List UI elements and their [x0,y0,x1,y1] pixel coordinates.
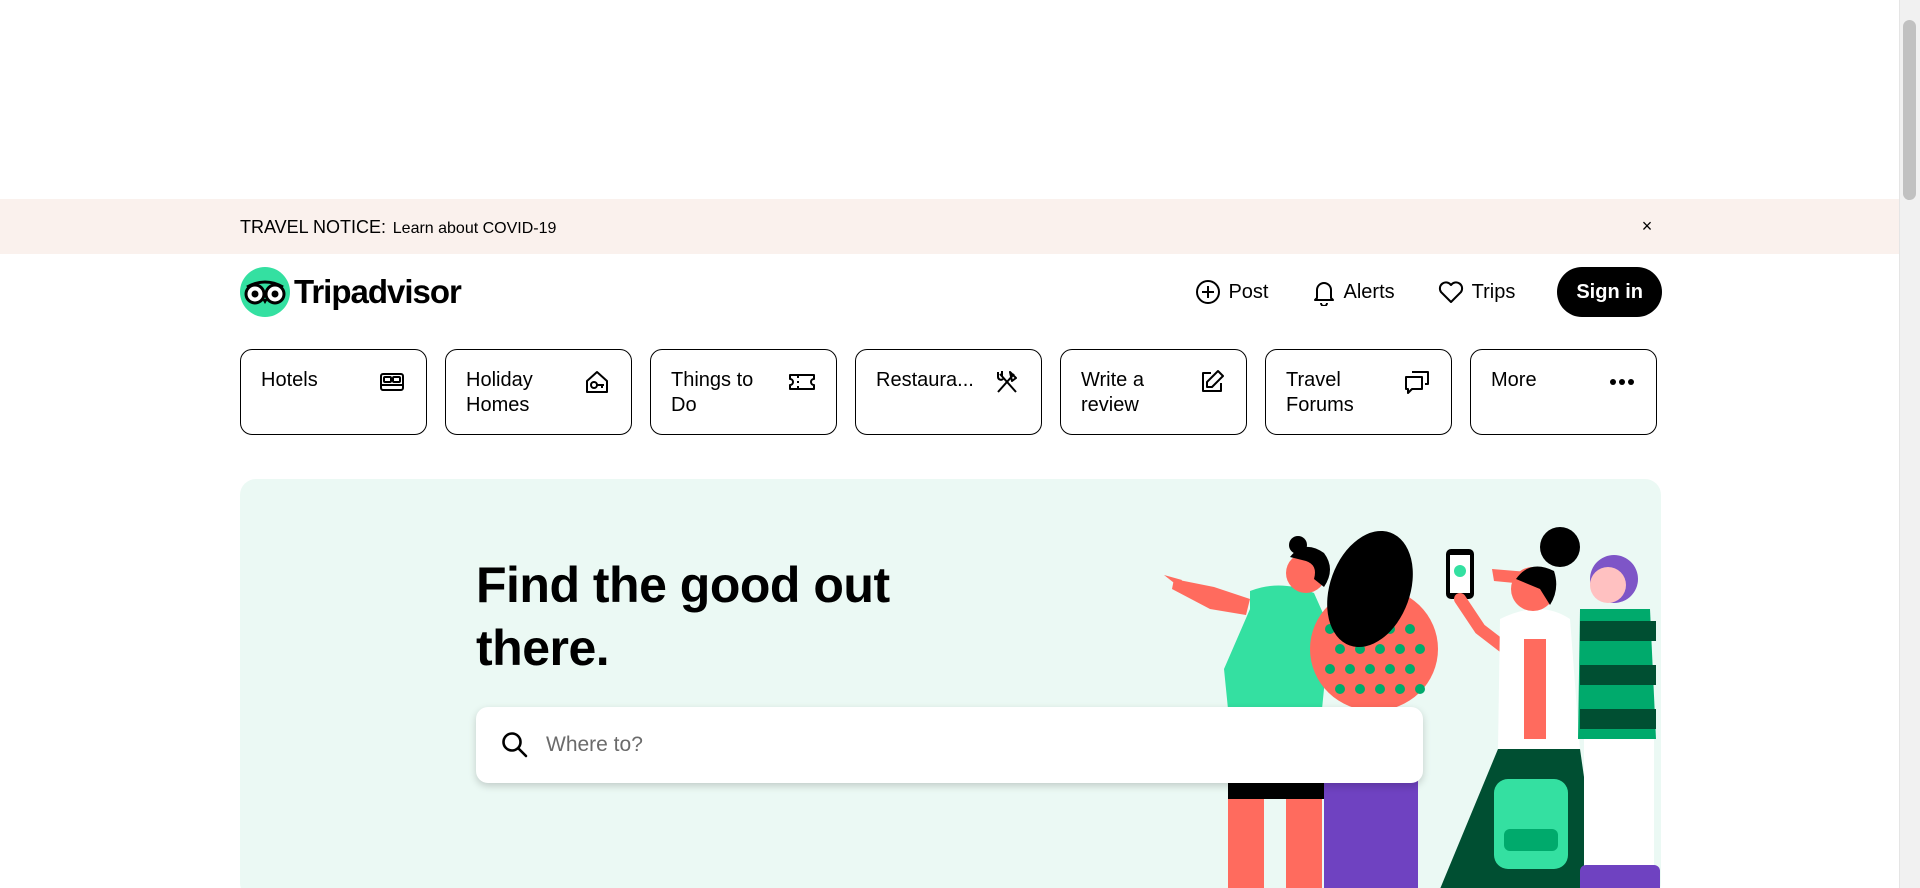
trips-button[interactable]: Trips [1437,279,1516,305]
hero-section: Find the good out there. [240,479,1661,888]
sign-in-button[interactable]: Sign in [1557,267,1662,317]
chat-bubbles-icon [1405,371,1429,394]
owl-logo-icon [240,267,290,317]
travelers-illustration [1164,527,1660,888]
vertical-scrollbar[interactable] [1899,0,1920,888]
tile-label: Holiday Homes [466,369,533,416]
tile-more[interactable]: More [1470,349,1657,435]
tile-label: Travel Forums [1286,369,1354,416]
tile-label: Things to Do [671,369,754,416]
top-blank-area [0,0,1899,199]
more-dots-icon [1610,379,1634,385]
tile-label: More [1491,369,1537,391]
scrollbar-thumb[interactable] [1903,20,1916,200]
tile-things-to-do[interactable]: Things to Do [650,349,837,435]
brand-name: Tripadvisor [294,273,462,310]
ticket-icon [789,374,815,390]
tile-label: Hotels [261,369,318,391]
trips-label: Trips [1471,280,1516,303]
travel-notice-label: TRAVEL NOTICE: [240,217,387,237]
header-actions: Post Alerts Trips Sign in [1195,266,1662,318]
house-key-icon [586,371,608,393]
search-input[interactable] [546,733,1396,757]
travel-notice-text: TRAVEL NOTICE: Learn about COVID-19 [240,217,556,238]
search-bar[interactable] [476,707,1423,783]
pencil-square-icon [1202,370,1224,392]
heart-icon [1438,281,1463,303]
tile-travel-forums[interactable]: Travel Forums [1265,349,1452,435]
post-label: Post [1228,280,1269,303]
tripadvisor-logo[interactable]: Tripadvisor [240,266,462,318]
tile-write-review[interactable]: Write a review [1060,349,1247,435]
alerts-label: Alerts [1343,280,1395,303]
alerts-button[interactable]: Alerts [1311,278,1395,306]
tile-restaurants[interactable]: Restaura... [855,349,1042,435]
tile-label: Restaura... [876,369,974,391]
fork-knife-icon [997,371,1017,393]
bell-icon [1313,282,1334,306]
close-notice-button[interactable]: × [1636,215,1658,237]
close-icon: × [1641,216,1653,236]
covid-info-link[interactable]: Learn about COVID-19 [393,220,557,237]
page: TRAVEL NOTICE: Learn about COVID-19 × Tr… [0,0,1920,888]
tile-holiday-homes[interactable]: Holiday Homes [445,349,632,435]
bed-icon [380,373,404,391]
category-tiles: Hotels Holiday Homes Things to Do Restau… [240,349,1662,435]
search-icon [502,732,528,758]
plus-circle-icon [1196,280,1221,304]
travel-notice-banner: TRAVEL NOTICE: Learn about COVID-19 × [0,199,1899,254]
hero-title: Find the good out there. [476,557,890,676]
tile-label: Write a review [1081,369,1144,416]
tile-hotels[interactable]: Hotels [240,349,427,435]
site-header: Tripadvisor Post Alerts Trips Sign in [240,266,1662,318]
post-button[interactable]: Post [1195,279,1269,305]
